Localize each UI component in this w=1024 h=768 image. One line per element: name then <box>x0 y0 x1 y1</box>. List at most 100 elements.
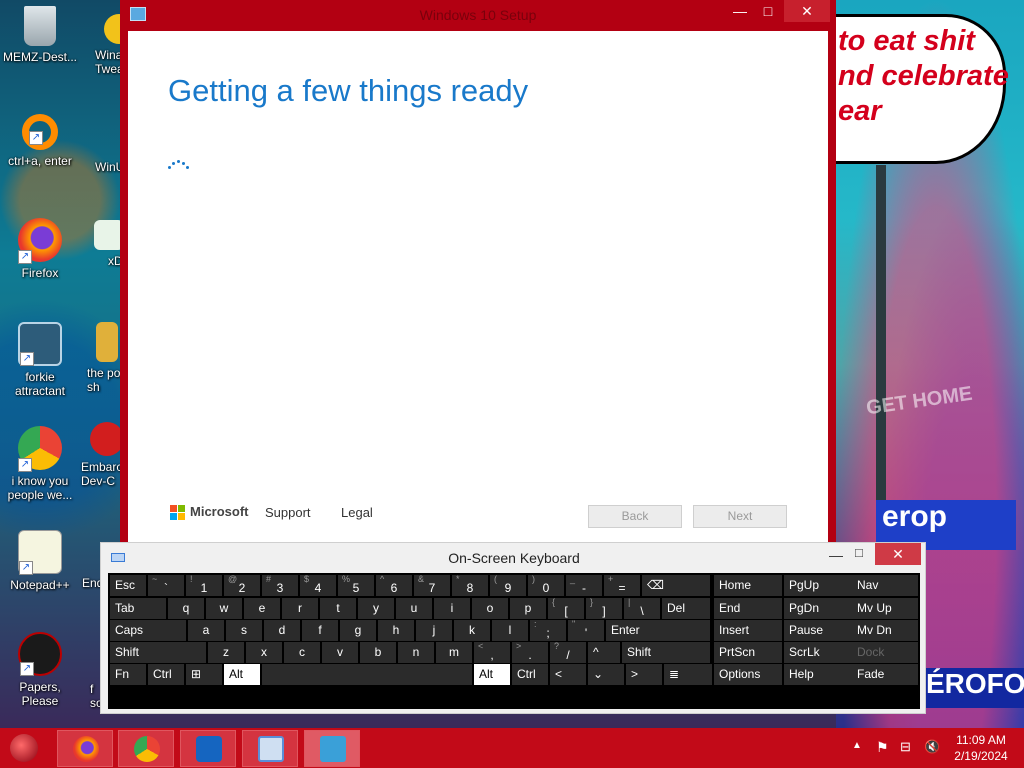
osk-key[interactable]: s <box>226 620 262 641</box>
osk-key[interactable]: _ - <box>566 575 602 596</box>
desktop-icon-papers-please[interactable]: ↗ Papers, Please <box>0 632 80 708</box>
osk-key[interactable]: PgDn <box>784 598 852 619</box>
osk-key[interactable]: <, <box>474 642 510 663</box>
taskbar-firefox[interactable] <box>57 730 113 767</box>
osk-key[interactable]: Mv Up <box>852 598 918 619</box>
osk-key[interactable]: ^ <box>588 642 620 663</box>
osk-key[interactable]: k <box>454 620 490 641</box>
osk-key[interactable]: ScrLk <box>784 642 852 663</box>
osk-key[interactable]: e <box>244 598 280 619</box>
osk-key[interactable]: j <box>416 620 452 641</box>
osk-key[interactable]: @2 <box>224 575 260 596</box>
osk-key[interactable]: m <box>436 642 472 663</box>
osk-key[interactable]: (9 <box>490 575 526 596</box>
osk-key[interactable]: :; <box>530 620 566 641</box>
osk-key[interactable]: z <box>208 642 244 663</box>
legal-link[interactable]: Legal <box>341 505 373 520</box>
osk-key[interactable]: >. <box>512 642 548 663</box>
desktop-icon-the-po[interactable]: the po sh <box>68 322 124 394</box>
taskbar-windows-setup[interactable] <box>304 730 360 767</box>
osk-key[interactable]: Help <box>784 664 852 685</box>
desktop-icon-winu[interactable]: WinU <box>68 140 124 174</box>
taskbar-onedrive[interactable] <box>180 730 236 767</box>
osk-key[interactable]: a <box>188 620 224 641</box>
network-icon[interactable]: ⊟ <box>900 739 911 755</box>
taskbar-chrome[interactable] <box>118 730 174 767</box>
osk-key[interactable]: Alt <box>224 664 260 685</box>
osk-key[interactable]: Options <box>714 664 782 685</box>
desktop-icon-notepadpp[interactable]: ↗ Notepad++ <box>0 530 80 592</box>
osk-key[interactable] <box>262 664 472 685</box>
osk-key[interactable]: h <box>378 620 414 641</box>
osk-key[interactable]: & 7 <box>414 575 450 596</box>
osk-key[interactable]: Ctrl <box>512 664 548 685</box>
osk-key[interactable]: PrtScn <box>714 642 782 663</box>
osk-key[interactable]: Home <box>714 575 782 596</box>
osk-key[interactable]: + = <box>604 575 640 596</box>
osk-key[interactable]: ) 0 <box>528 575 564 596</box>
osk-key[interactable]: d <box>264 620 300 641</box>
osk-key[interactable]: > <box>626 664 662 685</box>
osk-key[interactable]: u <box>396 598 432 619</box>
osk-key[interactable]: c <box>284 642 320 663</box>
osk-key[interactable]: $4 <box>300 575 336 596</box>
volume-muted-icon[interactable]: 🔇 <box>924 739 940 755</box>
osk-key[interactable]: t <box>320 598 356 619</box>
osk-key[interactable]: Dock <box>852 642 918 663</box>
setup-minimize-button[interactable]: — <box>726 0 754 22</box>
osk-key[interactable]: Insert <box>714 620 782 641</box>
support-link[interactable]: Support <box>265 505 311 520</box>
osk-key[interactable]: Nav <box>852 575 918 596</box>
osk-key[interactable]: p <box>510 598 546 619</box>
osk-key[interactable]: #3 <box>262 575 298 596</box>
osk-key[interactable]: Tab <box>110 598 166 619</box>
taskbar-on-screen-keyboard[interactable] <box>242 730 298 767</box>
osk-minimize-button[interactable]: — <box>829 547 843 563</box>
osk-key[interactable]: o <box>472 598 508 619</box>
osk-key[interactable]: " ' <box>568 620 604 641</box>
action-center-flag-icon[interactable]: ⚑ <box>876 739 889 756</box>
next-button[interactable]: Next <box>693 505 787 528</box>
osk-key[interactable]: l <box>492 620 528 641</box>
osk-key[interactable]: w <box>206 598 242 619</box>
osk-key[interactable]: Ctrl <box>148 664 184 685</box>
osk-key[interactable]: q <box>168 598 204 619</box>
osk-key[interactable]: ? / <box>550 642 586 663</box>
osk-key[interactable]: % 5 <box>338 575 374 596</box>
osk-key[interactable]: ⌫ <box>642 575 710 596</box>
desktop-icon-chrome-shortcut[interactable]: ↗ i know you people we... <box>0 426 80 502</box>
osk-key[interactable]: i <box>434 598 470 619</box>
setup-close-button[interactable]: ✕ <box>784 0 830 22</box>
osk-key[interactable]: b <box>360 642 396 663</box>
osk-key[interactable]: ⌄ <box>588 664 624 685</box>
osk-key[interactable]: Shift <box>622 642 710 663</box>
osk-key[interactable]: ≣ <box>664 664 712 685</box>
osk-key[interactable]: r <box>282 598 318 619</box>
osk-maximize-button[interactable]: □ <box>855 545 863 560</box>
show-hidden-icons-icon[interactable]: ▲ <box>852 740 862 751</box>
back-button[interactable]: Back <box>588 505 682 528</box>
osk-close-button[interactable]: ✕ <box>875 543 921 565</box>
osk-key[interactable]: Pause <box>784 620 852 641</box>
osk-key[interactable]: Alt <box>474 664 510 685</box>
osk-key[interactable]: * 8 <box>452 575 488 596</box>
osk-key[interactable]: < <box>550 664 586 685</box>
osk-key[interactable]: g <box>340 620 376 641</box>
osk-key[interactable]: Fn <box>110 664 146 685</box>
desktop-icon-embarcadero[interactable]: Embarc Dev-C <box>78 422 124 488</box>
osk-key[interactable]: y <box>358 598 394 619</box>
start-button[interactable] <box>10 734 38 762</box>
osk-key[interactable]: Enter <box>606 620 710 641</box>
osk-key[interactable]: v <box>322 642 358 663</box>
osk-key[interactable]: Fade <box>852 664 918 685</box>
osk-key[interactable]: ^ 6 <box>376 575 412 596</box>
osk-key[interactable]: PgUp <box>784 575 852 596</box>
osk-key[interactable]: ! 1 <box>186 575 222 596</box>
clock-time[interactable]: 11:09 AM <box>946 733 1016 747</box>
osk-key[interactable]: ~ ` <box>148 575 184 596</box>
osk-key[interactable]: }] <box>586 598 622 619</box>
osk-key[interactable]: f <box>302 620 338 641</box>
osk-key[interactable]: x <box>246 642 282 663</box>
osk-key[interactable]: | \ <box>624 598 660 619</box>
osk-key[interactable]: Del <box>662 598 710 619</box>
